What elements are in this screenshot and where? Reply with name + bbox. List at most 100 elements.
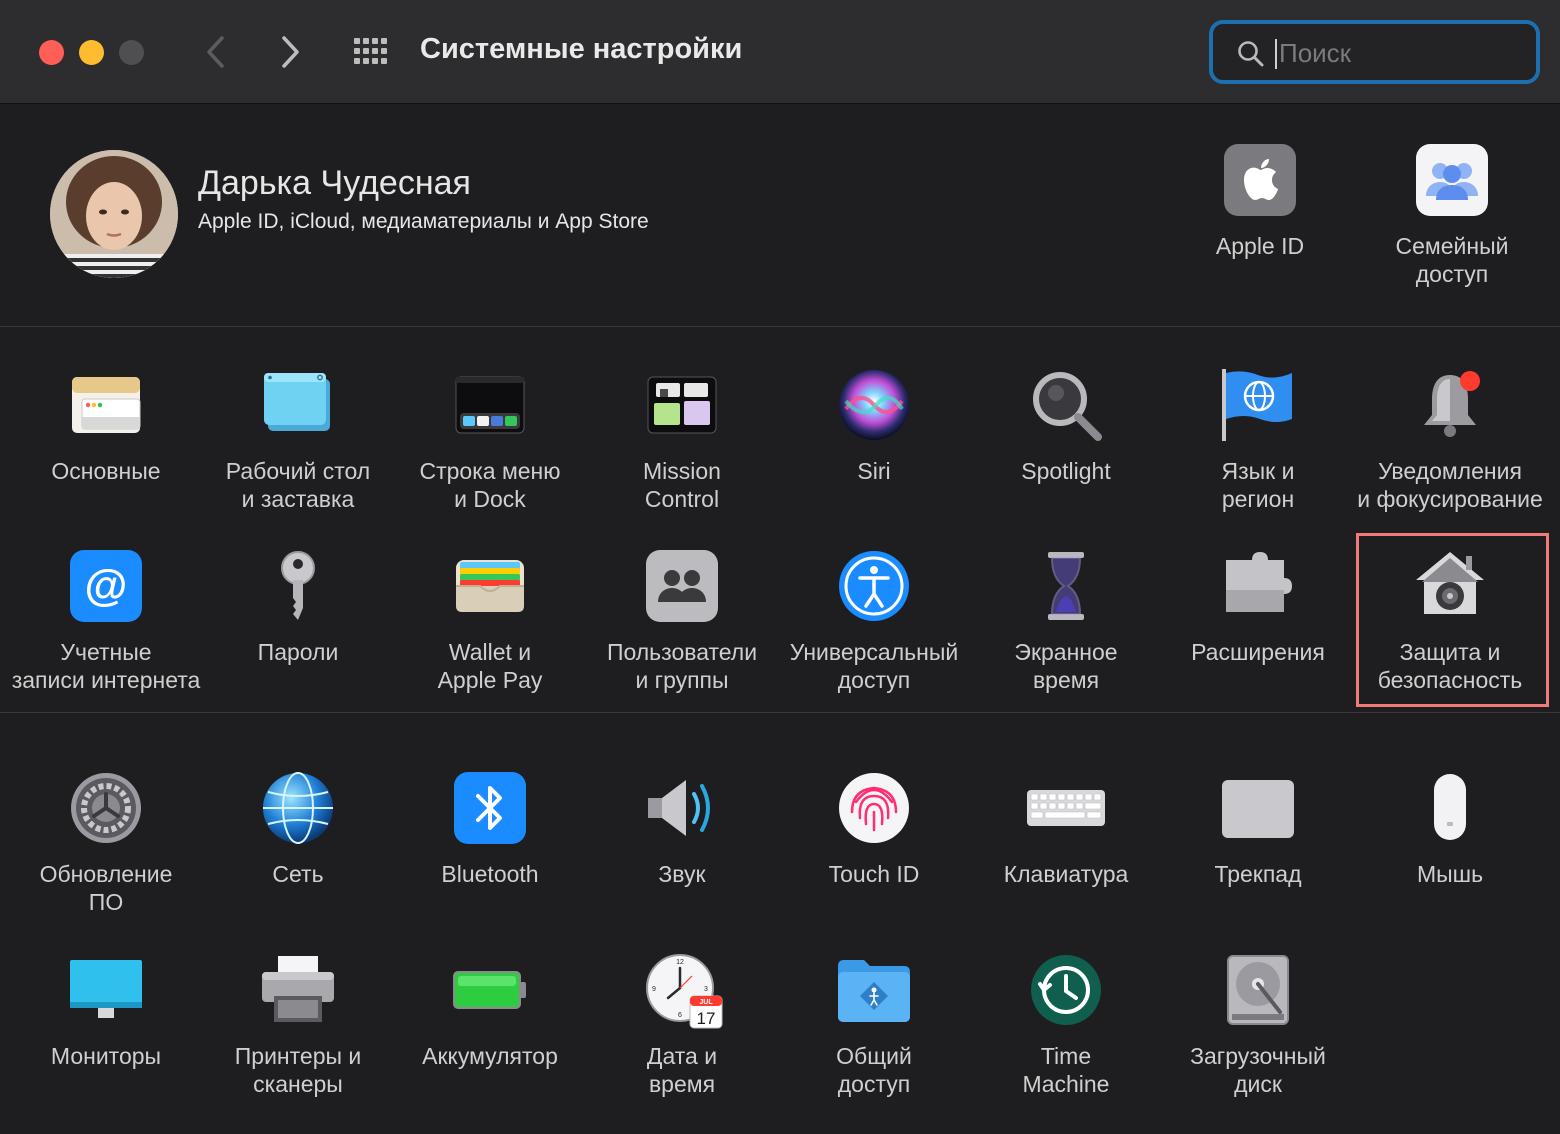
pane-label: Пользователи и группы: [606, 639, 758, 693]
search-field[interactable]: [1209, 20, 1540, 84]
pane-time-machine[interactable]: Time Machine: [970, 954, 1162, 1126]
selection-highlight: [1356, 533, 1549, 707]
svg-text:12: 12: [676, 959, 684, 966]
language-region-icon: [1222, 369, 1294, 441]
pane-label: Bluetooth: [441, 861, 539, 887]
apple-id-profile[interactable]: Дарька Чудесная Apple ID, iCloud, медиам…: [50, 150, 750, 280]
close-window-button[interactable]: [39, 40, 64, 65]
pane-wallet[interactable]: Wallet и Apple Pay: [394, 550, 586, 722]
pane-trackpad[interactable]: Трекпад: [1162, 772, 1354, 944]
pane-label: Дата и время: [646, 1043, 718, 1097]
internet-accounts-icon: @: [70, 550, 142, 622]
pane-internet-accounts[interactable]: @ Учетные записи интернета: [10, 550, 202, 722]
software-update-gear-icon: [70, 772, 142, 844]
grid-icon: [354, 38, 387, 64]
pane-menubar-dock[interactable]: Строка меню и Dock: [394, 369, 586, 541]
pane-label: Строка меню и Dock: [419, 458, 561, 512]
forward-button[interactable]: [270, 30, 310, 74]
pane-label: Основные: [51, 458, 161, 484]
avatar-photo: [50, 150, 178, 278]
pane-touch-id[interactable]: Touch ID: [778, 772, 970, 944]
calendar-day: 17: [697, 1009, 716, 1028]
pane-software-update[interactable]: Обновление ПО: [10, 772, 202, 944]
pane-label: Apple ID: [1215, 233, 1305, 259]
pane-network[interactable]: Сеть: [202, 772, 394, 944]
system-preferences-window: Системные настройки Поиск Дарька Чудесна…: [0, 0, 1560, 1134]
pane-printers-scanners[interactable]: Принтеры и сканеры: [202, 954, 394, 1126]
network-globe-icon: [262, 772, 334, 844]
title-bar: Системные настройки: [0, 0, 1560, 104]
minimize-window-button[interactable]: [79, 40, 104, 65]
pane-label: Mission Control: [643, 458, 721, 512]
zoom-window-button[interactable]: [119, 40, 144, 65]
pane-label: Time Machine: [1022, 1043, 1110, 1097]
pane-label: Трекпад: [1214, 861, 1302, 887]
calendar-month: JUL: [699, 999, 713, 1006]
chevron-right-icon: [282, 36, 299, 68]
search-icon: [1238, 41, 1264, 67]
section-divider: [0, 326, 1560, 327]
svg-text:6: 6: [678, 1012, 682, 1019]
family-sharing-icon: [1416, 144, 1488, 216]
screen-time-hourglass-icon: [1030, 550, 1102, 622]
pane-label: Общий доступ: [836, 1043, 912, 1097]
pane-label: Spotlight: [1021, 458, 1111, 484]
pane-label: Загрузочный диск: [1190, 1043, 1326, 1097]
pane-label: Wallet и Apple Pay: [437, 639, 543, 693]
pane-date-time[interactable]: 12 3 6 9 JUL 17 Дата и время: [586, 954, 778, 1126]
printer-icon: [262, 954, 334, 1026]
pane-label: Аккумулятор: [422, 1043, 558, 1069]
pane-spotlight[interactable]: Spotlight: [970, 369, 1162, 541]
pane-startup-disk[interactable]: Загрузочный диск: [1162, 954, 1354, 1126]
pane-keyboard[interactable]: Клавиатура: [970, 772, 1162, 944]
pane-general[interactable]: Основные: [10, 369, 202, 541]
pane-desktop-screensaver[interactable]: Рабочий стол и заставка: [202, 369, 394, 541]
pane-users-groups[interactable]: Пользователи и группы: [586, 550, 778, 722]
bluetooth-icon: [454, 772, 526, 844]
pane-label: Расширения: [1191, 639, 1325, 665]
battery-icon: [453, 954, 526, 1026]
search-input[interactable]: [1279, 34, 1529, 72]
pane-label: Учетные записи интернета: [11, 639, 201, 693]
pane-mouse[interactable]: Мышь: [1354, 772, 1546, 944]
show-all-button[interactable]: [352, 36, 392, 68]
pane-label: Универсальный доступ: [789, 639, 959, 693]
sharing-folder-icon: [838, 954, 910, 1026]
mission-control-icon: [646, 369, 718, 441]
pane-label: Клавиатура: [1003, 861, 1129, 887]
general-icon: [70, 369, 142, 441]
keyboard-icon: [1027, 772, 1105, 844]
pane-label: Touch ID: [828, 861, 920, 887]
menubar-dock-icon: [454, 369, 526, 441]
calendar-badge: JUL 17: [689, 995, 723, 1029]
touch-id-fingerprint-icon: [838, 772, 910, 844]
pane-bluetooth[interactable]: Bluetooth: [394, 772, 586, 944]
pane-mission-control[interactable]: Mission Control: [586, 369, 778, 541]
pane-extensions[interactable]: Расширения: [1162, 550, 1354, 722]
pane-sound[interactable]: Звук: [586, 772, 778, 944]
svg-text:9: 9: [652, 986, 656, 993]
wallet-icon: [454, 550, 526, 622]
avatar[interactable]: [50, 150, 178, 278]
extensions-puzzle-icon: [1222, 550, 1294, 622]
pane-apple-id[interactable]: Apple ID: [1164, 144, 1356, 316]
pane-screen-time[interactable]: Экранное время: [970, 550, 1162, 722]
pane-notifications[interactable]: Уведомления и фокусирование: [1354, 369, 1546, 541]
section-divider: [0, 712, 1560, 713]
pane-battery[interactable]: Аккумулятор: [394, 954, 586, 1126]
displays-monitor-icon: [70, 954, 142, 1026]
pane-label: Пароли: [257, 639, 339, 665]
trackpad-icon: [1222, 772, 1294, 844]
desktop-screensaver-icon: [262, 369, 334, 441]
text-caret: [1275, 39, 1277, 69]
pane-siri[interactable]: Siri: [778, 369, 970, 541]
pane-language-region[interactable]: Язык и регион: [1162, 369, 1354, 541]
back-button[interactable]: [196, 30, 236, 74]
siri-icon: [838, 369, 910, 441]
pane-displays[interactable]: Мониторы: [10, 954, 202, 1126]
pane-accessibility[interactable]: Универсальный доступ: [778, 550, 970, 722]
pane-passwords[interactable]: Пароли: [202, 550, 394, 722]
passwords-key-icon: [262, 550, 334, 622]
pane-family-sharing[interactable]: Семейный доступ: [1356, 144, 1548, 316]
pane-sharing[interactable]: Общий доступ: [778, 954, 970, 1126]
